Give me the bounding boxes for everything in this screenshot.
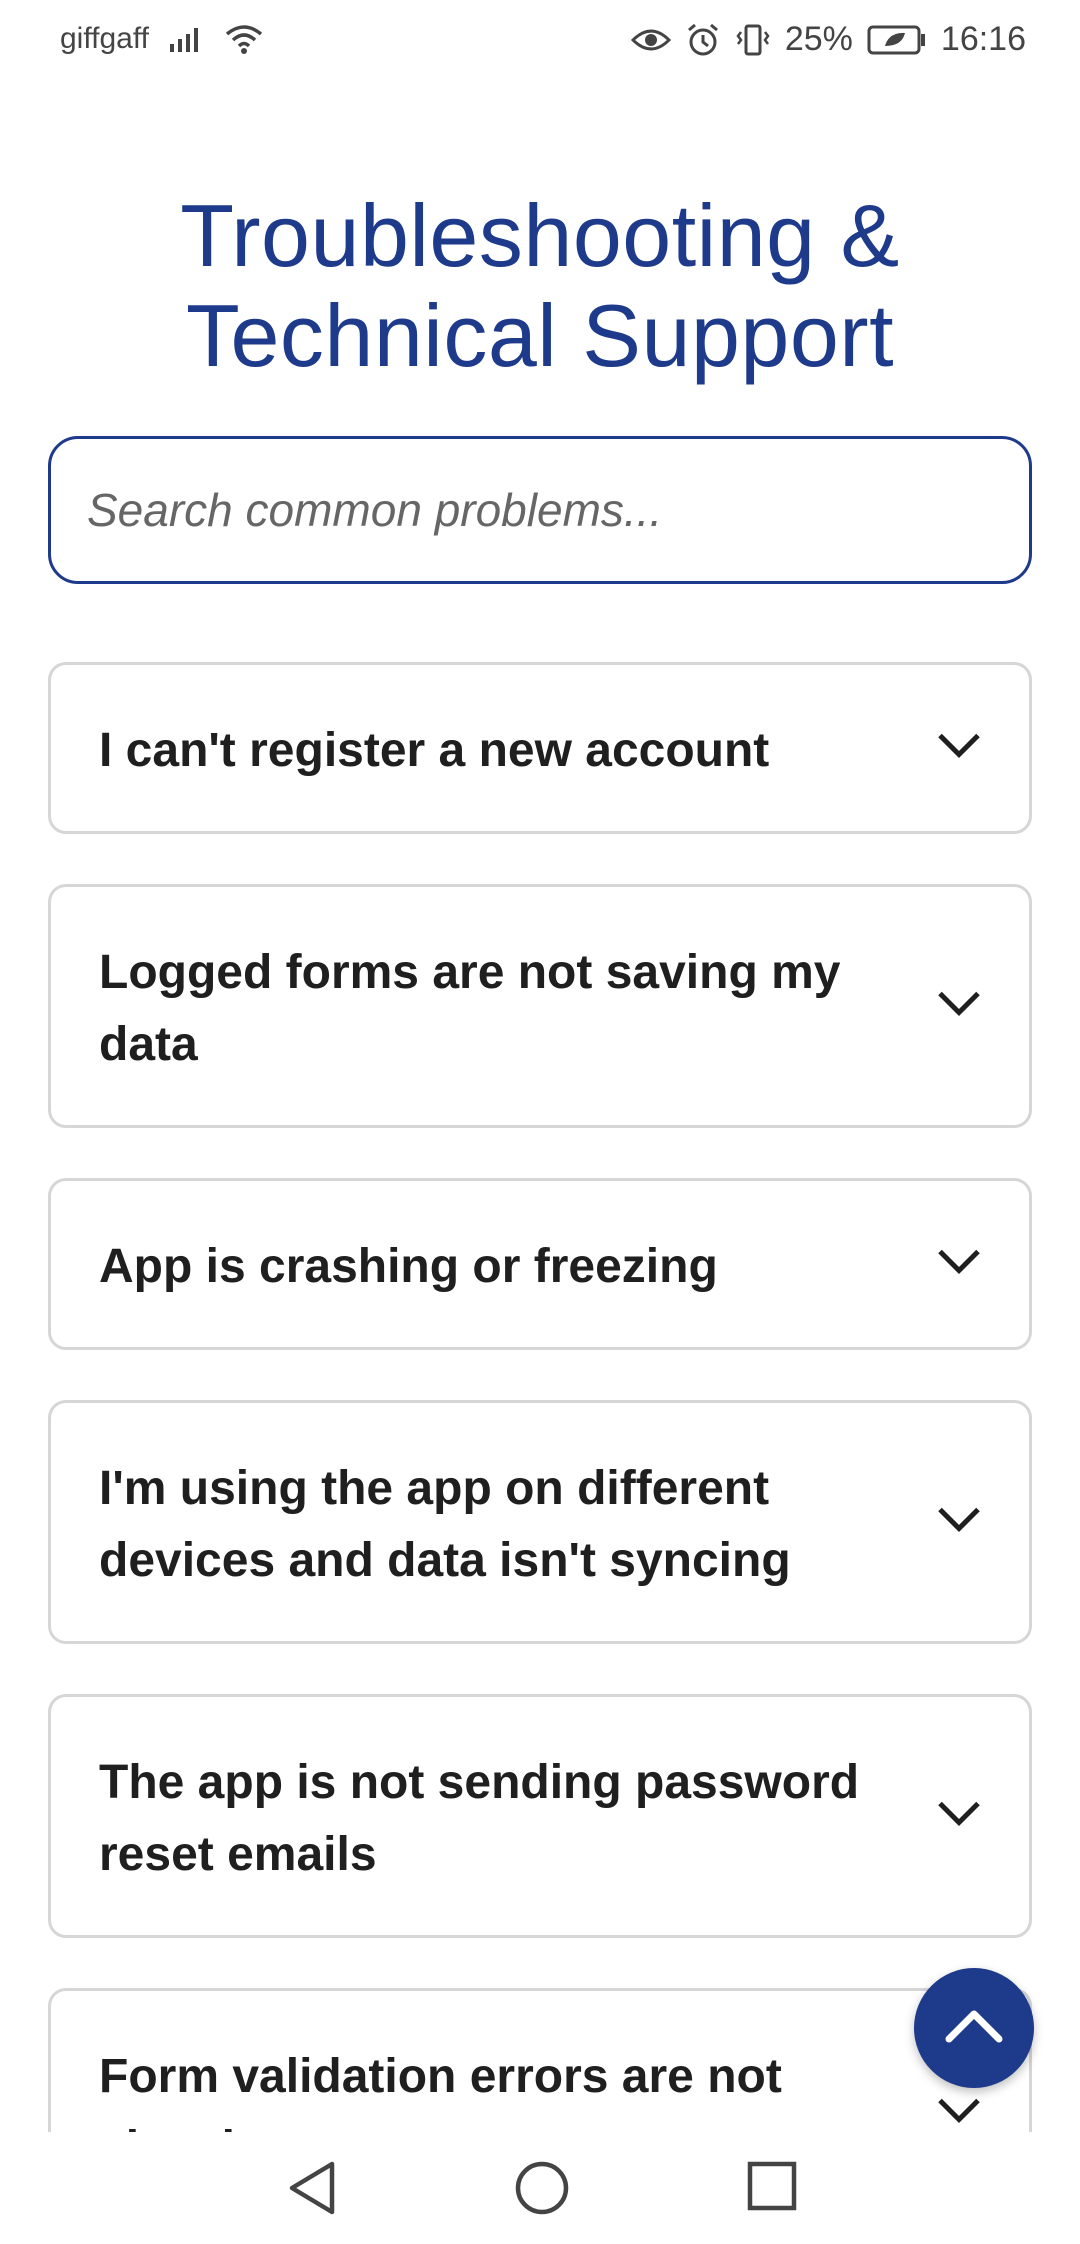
chevron-down-icon: [937, 2098, 981, 2129]
battery-percent: 25%: [784, 20, 853, 58]
carrier-name: giffgaff: [60, 22, 149, 55]
scroll-to-top-button[interactable]: [914, 1968, 1034, 2088]
faq-item[interactable]: Logged forms are not saving my data: [48, 884, 1032, 1128]
battery-icon: [867, 24, 927, 56]
system-nav-bar: [0, 2132, 1080, 2244]
clock-time: 16:16: [940, 20, 1026, 58]
faq-question: I can't register a new account: [99, 724, 770, 777]
signal-icon: [169, 24, 205, 54]
faq-item[interactable]: App is crashing or freezing: [48, 1178, 1032, 1350]
chevron-down-icon: [937, 733, 981, 764]
back-icon[interactable]: [286, 2160, 338, 2221]
faq-question: Logged forms are not saving my data: [99, 946, 841, 1071]
search-input[interactable]: [48, 436, 1032, 584]
page-title-line2: Technical Support: [185, 286, 895, 385]
chevron-down-icon: [937, 1507, 981, 1538]
page-title: Troubleshooting & Technical Support: [60, 186, 1020, 386]
faq-item[interactable]: The app is not sending password reset em…: [48, 1694, 1032, 1938]
recent-apps-icon[interactable]: [746, 2160, 798, 2217]
faq-question: The app is not sending password reset em…: [99, 1756, 860, 1881]
faq-question: I'm using the app on different devices a…: [99, 1462, 791, 1587]
wifi-icon: [225, 23, 263, 55]
home-icon[interactable]: [514, 2160, 570, 2221]
chevron-down-icon: [937, 1249, 981, 1280]
faq-item[interactable]: I can't register a new account: [48, 662, 1032, 834]
chevron-down-icon: [937, 991, 981, 1022]
eye-icon: [630, 26, 671, 54]
chevron-up-icon: [945, 2009, 1003, 2048]
faq-item[interactable]: I'm using the app on different devices a…: [48, 1400, 1032, 1644]
faq-question: App is crashing or freezing: [99, 1240, 718, 1293]
status-bar: giffgaff 25% 16:16: [0, 0, 1080, 84]
vibrate-icon: [735, 22, 771, 58]
chevron-down-icon: [937, 1801, 981, 1832]
page-title-line1: Troubleshooting &: [180, 186, 900, 285]
alarm-icon: [685, 22, 721, 58]
